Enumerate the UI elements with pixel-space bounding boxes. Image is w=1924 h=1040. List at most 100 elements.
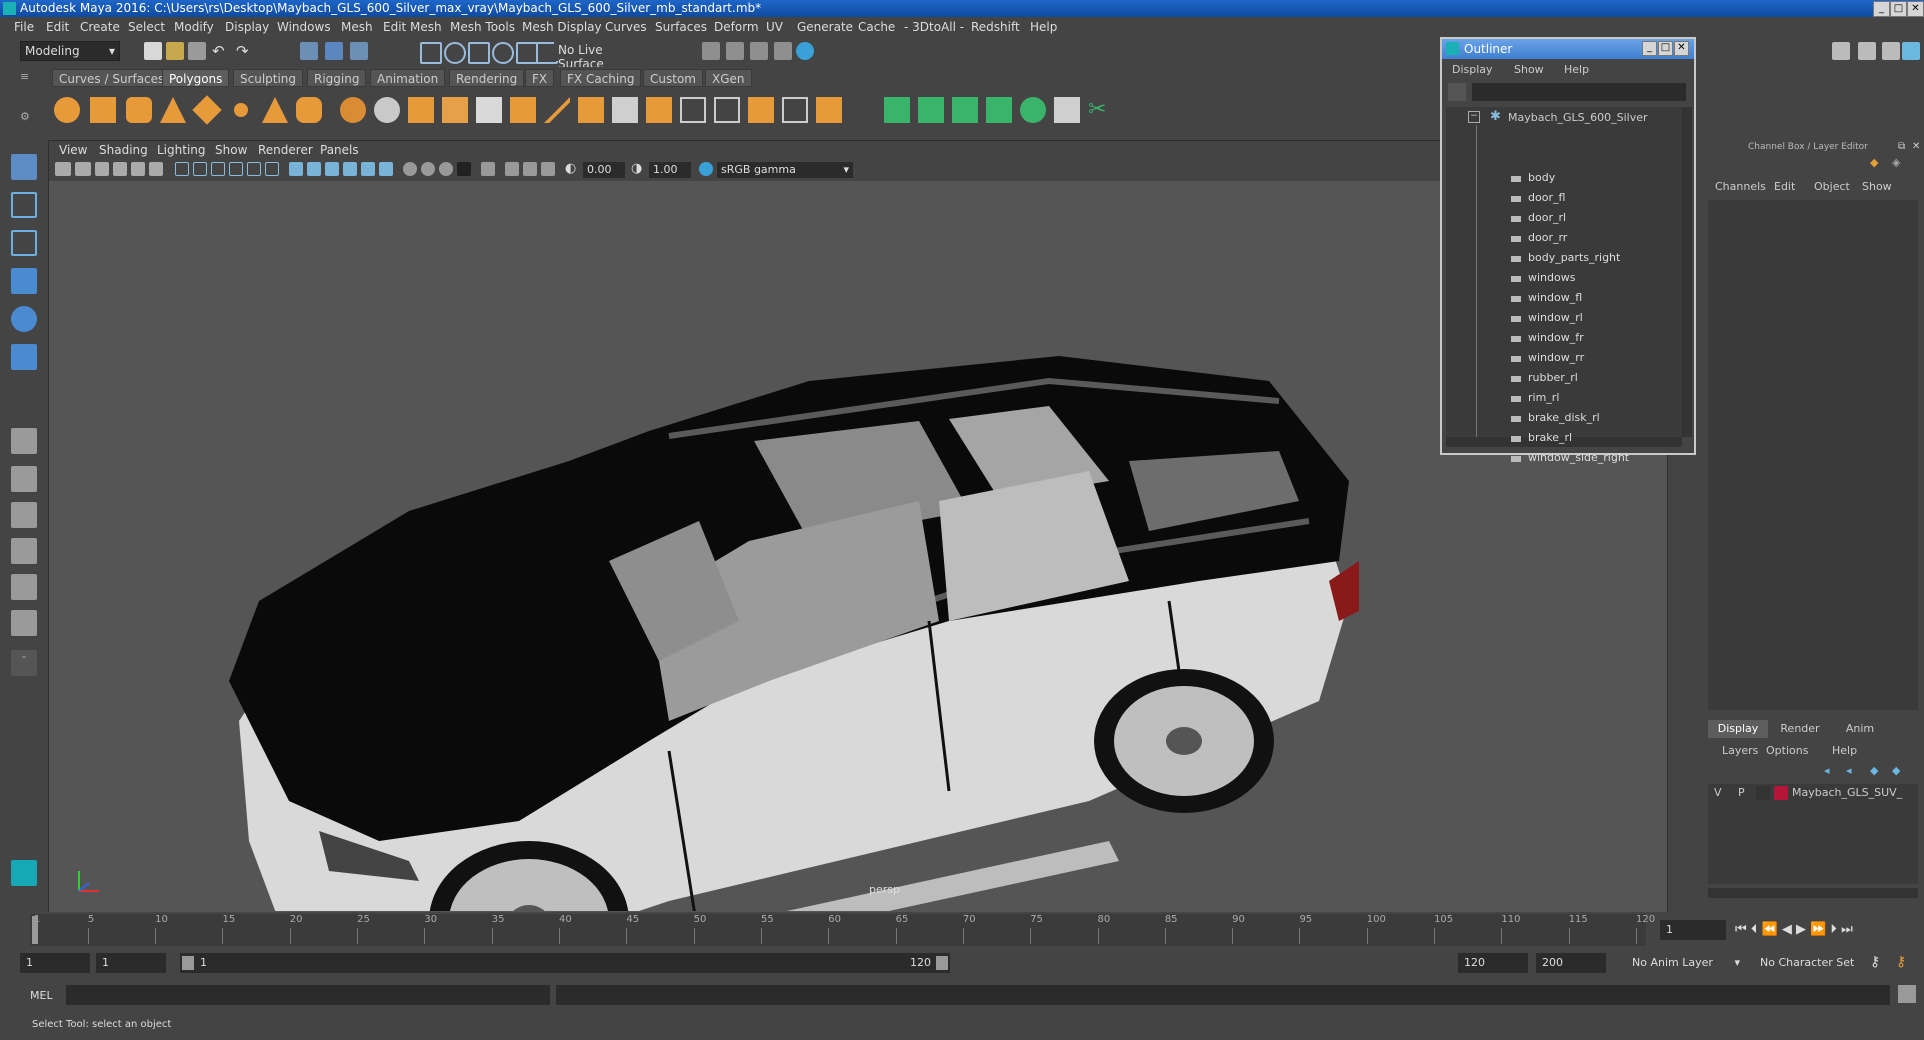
shelf-menu-icon[interactable]: ≡: [20, 70, 34, 86]
poly-cylinder-icon[interactable]: [126, 97, 152, 123]
outliner-item-window-fl[interactable]: window_fl: [1528, 291, 1582, 304]
outliner-item-brake-rl[interactable]: brake_rl: [1528, 431, 1572, 444]
textured-icon[interactable]: [343, 162, 357, 176]
layer-row[interactable]: V P Maybach_GLS_SUV_: [1708, 784, 1918, 802]
film-gate-icon[interactable]: [193, 162, 207, 176]
extract-icon[interactable]: [408, 97, 434, 123]
character-set-dropdown[interactable]: No Character Set: [1754, 953, 1870, 973]
menu-mesh-display[interactable]: Mesh Display: [522, 20, 602, 34]
planar-uv-icon[interactable]: [884, 97, 910, 123]
menu-3dtoall[interactable]: - 3DtoAll -: [904, 20, 964, 34]
minimize-button[interactable]: _: [1873, 1, 1890, 17]
snap-curve-icon[interactable]: [444, 42, 466, 64]
select-hierarchy-icon[interactable]: [300, 42, 318, 60]
merge-icon[interactable]: [748, 97, 774, 123]
smooth-icon[interactable]: [442, 97, 468, 123]
boolean-icon[interactable]: [476, 97, 502, 123]
safe-action-icon[interactable]: [265, 162, 279, 176]
redo-icon[interactable]: ↷: [236, 42, 254, 60]
current-time-marker[interactable]: [32, 916, 38, 944]
layer-name[interactable]: Maybach_GLS_SUV_: [1792, 786, 1902, 799]
playback-start-field[interactable]: 1: [96, 953, 166, 973]
gate-mask-icon[interactable]: [229, 162, 243, 176]
menu-cache[interactable]: Cache: [858, 20, 895, 34]
wireframe-icon[interactable]: [289, 162, 303, 176]
snap-grid-icon[interactable]: [420, 42, 442, 64]
bevel-icon[interactable]: [544, 97, 570, 123]
use-all-lights-icon[interactable]: [361, 162, 375, 176]
append-polygon-icon[interactable]: [612, 97, 638, 123]
outliner-root[interactable]: Maybach_GLS_600_Silver: [1508, 111, 1648, 124]
start-time-field[interactable]: 1: [20, 953, 90, 973]
outliner-menu-display[interactable]: Display: [1452, 63, 1493, 76]
shelf-tab-xgen[interactable]: XGen: [705, 69, 752, 87]
channel-box-toggle-icon[interactable]: [1902, 42, 1920, 60]
cb-menu-channels[interactable]: Channels: [1715, 180, 1766, 193]
combine-icon[interactable]: [340, 97, 366, 123]
command-language-label[interactable]: MEL: [30, 989, 53, 1002]
field-chart-icon[interactable]: [247, 162, 261, 176]
separate-icon[interactable]: [374, 97, 400, 123]
render-icon[interactable]: [702, 42, 720, 60]
workspace-icon[interactable]: [1832, 42, 1850, 60]
unfold-uv-icon[interactable]: [1020, 97, 1046, 123]
outliner-scrollbar[interactable]: [1682, 107, 1692, 437]
vp-menu-shading[interactable]: Shading: [99, 143, 148, 157]
cb-menu-show[interactable]: Show: [1862, 180, 1892, 193]
image-plane-icon[interactable]: [113, 162, 127, 176]
outliner-title-bar[interactable]: Outliner _ □ ✕: [1442, 39, 1694, 59]
poly-cone-icon[interactable]: [160, 97, 186, 123]
collapse-toggle-icon[interactable]: −: [1468, 111, 1480, 123]
color-management-icon[interactable]: [699, 162, 713, 176]
menu-help[interactable]: Help: [1030, 20, 1057, 34]
snap-surface-icon[interactable]: [516, 42, 538, 64]
menu-select[interactable]: Select: [128, 20, 165, 34]
xray-joints-icon[interactable]: [523, 162, 537, 176]
script-editor-icon[interactable]: [1898, 985, 1916, 1003]
xray-icon[interactable]: [505, 162, 519, 176]
scale-tool-icon[interactable]: [11, 344, 37, 370]
xray-components-icon[interactable]: [541, 162, 555, 176]
layer-scrollbar[interactable]: [1708, 888, 1918, 898]
render-globe-icon[interactable]: [796, 42, 814, 60]
vp-menu-show[interactable]: Show: [215, 143, 247, 157]
wireframe-on-shaded-icon[interactable]: [325, 162, 339, 176]
poly-cube-icon[interactable]: [90, 97, 116, 123]
vp-menu-panels[interactable]: Panels: [320, 143, 359, 157]
key-icon[interactable]: ⚷: [1870, 954, 1880, 970]
step-forward-key-icon[interactable]: ⏩: [1810, 922, 1826, 937]
shelf-tab-curves-surfaces[interactable]: Curves / Surfaces: [52, 69, 172, 87]
persp-outliner-layout-icon[interactable]: [11, 502, 37, 528]
menu-mesh[interactable]: Mesh: [341, 20, 373, 34]
layer-editor-toggle-icon[interactable]: ◈: [1892, 156, 1906, 170]
bookmark-icon[interactable]: [95, 162, 109, 176]
menu-file[interactable]: File: [14, 20, 34, 34]
resolution-gate-icon[interactable]: [211, 162, 225, 176]
fill-hole-icon[interactable]: [646, 97, 672, 123]
layer-menu-layers[interactable]: Layers: [1722, 744, 1758, 757]
isolate-select-icon[interactable]: [481, 162, 495, 176]
smooth-shade-icon[interactable]: [307, 162, 321, 176]
outliner-item-door-rr[interactable]: door_rr: [1528, 231, 1567, 244]
shelf-tab-custom[interactable]: Custom: [643, 69, 703, 87]
outliner-menu-show[interactable]: Show: [1514, 63, 1544, 76]
depth-of-field-icon[interactable]: [457, 162, 471, 176]
outliner-layout-icon[interactable]: [11, 610, 37, 636]
go-to-start-icon[interactable]: ⏮: [1735, 922, 1747, 937]
menu-surfaces[interactable]: Surfaces: [655, 20, 707, 34]
layer-menu-options[interactable]: Options: [1766, 744, 1808, 757]
menu-mesh-tools[interactable]: Mesh Tools: [450, 20, 515, 34]
perspective-viewport[interactable]: View Shading Lighting Show Renderer Pane…: [48, 140, 1668, 914]
channel-box-close-icon[interactable]: ✕: [1912, 141, 1920, 152]
outliner-item-body-parts-right[interactable]: body_parts_right: [1528, 251, 1620, 264]
single-view-layout-icon[interactable]: [11, 428, 37, 454]
ipr-render-icon[interactable]: [726, 42, 744, 60]
end-time-field[interactable]: 200: [1536, 953, 1606, 973]
menu-create[interactable]: Create: [80, 20, 120, 34]
outliner-item-rubber-rl[interactable]: rubber_rl: [1528, 371, 1578, 384]
spherical-uv-icon[interactable]: [952, 97, 978, 123]
vp-menu-view[interactable]: View: [59, 143, 87, 157]
move-tool-icon[interactable]: [11, 268, 37, 294]
play-backward-icon[interactable]: ◀: [1782, 922, 1792, 937]
grid-toggle-icon[interactable]: [175, 162, 189, 176]
